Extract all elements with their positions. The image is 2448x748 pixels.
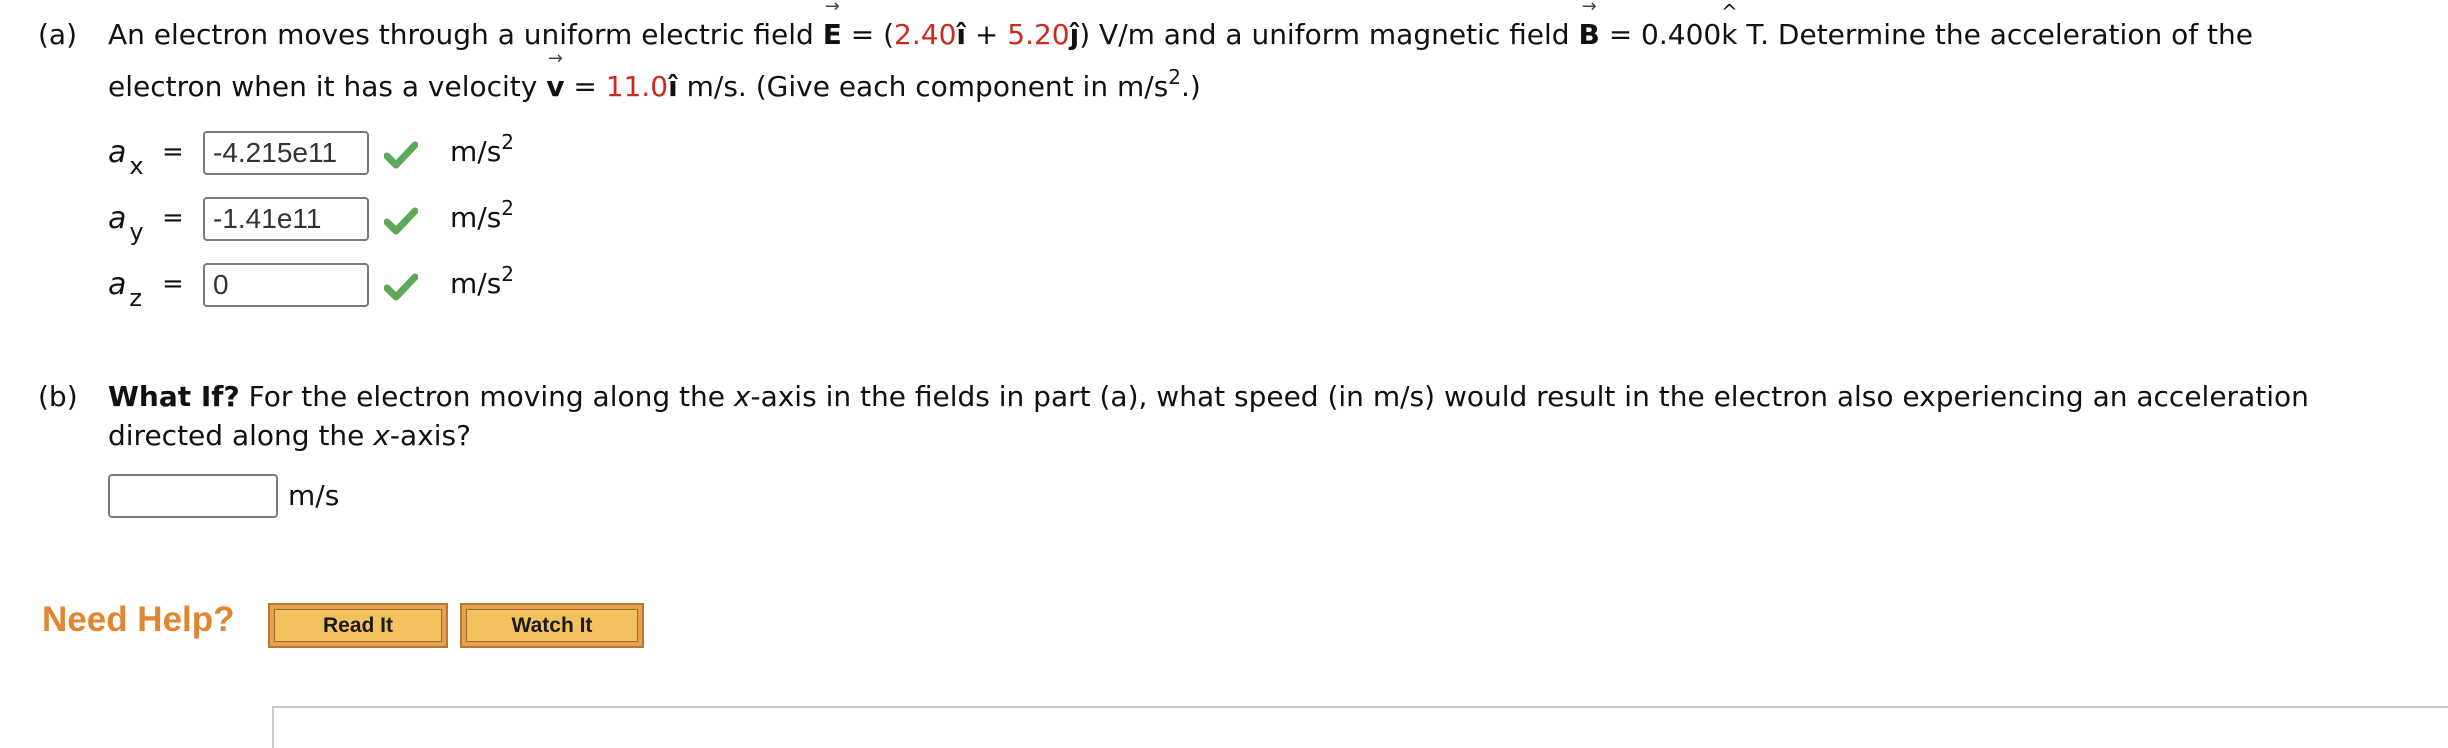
part-b-label: (b): [38, 380, 78, 413]
given-Ex: 2.40: [894, 18, 957, 51]
answer-row-az: az = m/s2: [0, 263, 700, 311]
az-input[interactable]: [203, 263, 369, 307]
speed-input[interactable]: [108, 474, 278, 518]
variable-label: ax: [108, 135, 144, 180]
vector-v: → v: [546, 48, 565, 104]
vector-arrow-icon: →: [547, 48, 563, 69]
check-icon: [384, 141, 418, 169]
check-icon: [384, 207, 418, 235]
answer-row-ay: ay = m/s2: [0, 197, 700, 245]
hat-icon: ^: [1720, 0, 1738, 24]
vector-arrow-icon: →: [1581, 0, 1597, 17]
part-b-question-line-1: What If? For the electron moving along t…: [108, 380, 2309, 413]
need-help-label: Need Help?: [42, 600, 235, 639]
speed-unit: m/s: [288, 479, 340, 512]
ay-input[interactable]: [203, 197, 369, 241]
what-if-label: What If?: [108, 380, 240, 413]
variable-label: ay: [108, 201, 144, 246]
check-icon: [384, 273, 418, 301]
unit-vector-k: ^ k: [1720, 0, 1738, 51]
part-a-question-line-1: An electron moves through a uniform elec…: [108, 0, 2253, 51]
part-a-label: (a): [38, 18, 78, 51]
given-vx: 11.0: [605, 70, 669, 103]
read-it-button[interactable]: Read It: [268, 603, 448, 648]
given-Ey: 5.20: [1007, 18, 1070, 51]
vector-arrow-icon: →: [824, 0, 840, 17]
part-b-question-line-2: directed along the x-axis?: [108, 419, 471, 452]
vector-B: → B: [1578, 0, 1600, 51]
part-a-question-line-2: electron when it has a velocity → v = 11.…: [108, 48, 1201, 104]
vector-E: → E: [822, 0, 842, 51]
ax-input[interactable]: [203, 131, 369, 175]
variable-label: az: [108, 267, 142, 312]
next-section-container: [272, 706, 2448, 748]
watch-it-button[interactable]: Watch It: [460, 603, 644, 648]
answer-row-ax: ax = m/s2: [0, 131, 700, 179]
